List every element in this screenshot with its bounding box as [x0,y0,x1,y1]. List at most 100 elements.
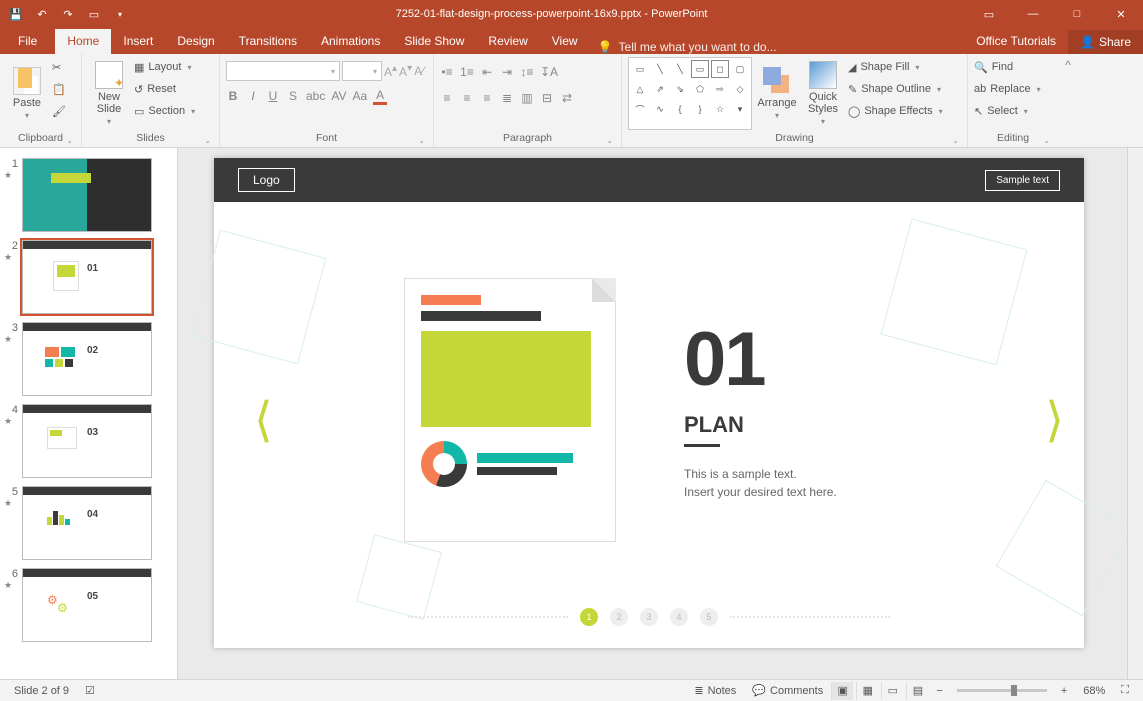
save-icon[interactable]: 💾 [8,6,24,22]
pager-dot-3[interactable]: 3 [640,608,658,626]
paste-button[interactable]: Paste ▾ [6,57,48,130]
pager-dot-5[interactable]: 5 [700,608,718,626]
start-from-beginning-icon[interactable]: ▭ [86,6,102,22]
reset-button[interactable]: ↺Reset [134,79,195,99]
align-center-icon[interactable]: ≡ [460,91,474,105]
notes-button[interactable]: ≣ Notes [686,684,744,697]
zoom-in-icon[interactable]: + [1053,685,1075,697]
indent-left-icon[interactable]: ⇤ [480,65,494,79]
font-size-combo[interactable]: ▾ [342,61,382,81]
align-left-icon[interactable]: ≡ [440,91,454,105]
next-arrow-icon[interactable]: ⟩ [1045,392,1064,448]
increase-font-icon[interactable]: A▴ [384,63,397,79]
close-icon[interactable]: ✕ [1099,0,1143,28]
thumbnail-3[interactable]: 02 [22,322,152,396]
arrange-button[interactable]: Arrange ▾ [756,57,798,130]
qat-more-icon[interactable]: ▾ [112,6,128,22]
zoom-level[interactable]: 68% [1075,685,1113,697]
tab-slideshow[interactable]: Slide Show [392,29,476,54]
shape-effects-button[interactable]: ◯Shape Effects [848,101,943,121]
thumbnail-2[interactable]: 01 [22,240,152,314]
normal-view-icon[interactable]: ▣ [831,682,853,700]
justify-icon[interactable]: ≣ [500,91,514,105]
strike-icon[interactable]: S [286,89,300,103]
quick-styles-button[interactable]: Quick Styles ▾ [802,57,844,130]
maximize-icon[interactable]: □ [1055,0,1099,28]
section-button[interactable]: ▭Section [134,101,195,121]
tab-review[interactable]: Review [476,29,539,54]
shape-outline-button[interactable]: ✎Shape Outline [848,79,943,99]
copy-button[interactable]: 📋 [52,79,66,99]
bold-icon[interactable]: B [226,89,240,103]
logo-placeholder[interactable]: Logo [238,168,295,192]
zoom-out-icon[interactable]: − [928,685,950,697]
line-spacing-icon[interactable]: ↕≡ [520,65,534,79]
font-family-combo[interactable]: ▾ [226,61,340,81]
pager-dot-1[interactable]: 1 [580,608,598,626]
tab-transitions[interactable]: Transitions [227,29,309,54]
format-painter-button[interactable]: 🖌 [52,101,66,121]
zoom-slider[interactable] [957,689,1047,692]
tell-me[interactable]: 💡 Tell me what you want to do... [598,40,777,54]
reading-view-icon[interactable]: ▭ [881,682,903,700]
shape-fill-button[interactable]: ◢Shape Fill [848,57,943,77]
cut-button[interactable]: ✂ [52,57,66,77]
pager-dot-2[interactable]: 2 [610,608,628,626]
text-direction-icon[interactable]: ↧A [540,65,558,79]
office-tutorials[interactable]: Office Tutorials [964,29,1068,54]
smartart-icon[interactable]: ⇄ [560,91,574,105]
shapes-gallery[interactable]: ▭╲╲▭◻▢ △⇗⇘⬠⇨◇ ⌒∿{}☆▾ [628,57,752,130]
document-graphic[interactable] [404,278,616,542]
tab-animations[interactable]: Animations [309,29,392,54]
tab-home[interactable]: Home [55,29,111,54]
slide-thumbnails[interactable]: 1★ 2★ 01 3★ 02 4★ 03 [0,148,178,679]
spellcheck-icon[interactable]: ☑ [77,684,103,697]
thumbnail-1[interactable] [22,158,152,232]
prev-arrow-icon[interactable]: ⟨ [254,392,273,448]
new-slide-button[interactable]: ✦ New Slide ▾ [88,57,130,130]
sorter-view-icon[interactable]: ▦ [856,682,878,700]
slide-editor[interactable]: Logo Sample text ⟨ ⟩ [178,148,1127,679]
shadow-icon[interactable]: abc [306,89,325,103]
align-text-icon[interactable]: ⊟ [540,91,554,105]
undo-icon[interactable]: ↶ [34,6,50,22]
find-button[interactable]: 🔍Find [974,57,1041,77]
slide-header: Logo Sample text [214,158,1084,202]
decrease-font-icon[interactable]: A▾ [399,63,412,79]
select-button[interactable]: ↖Select [974,101,1041,121]
tab-design[interactable]: Design [165,29,226,54]
slide-counter[interactable]: Slide 2 of 9 [6,685,77,697]
pager-dot-4[interactable]: 4 [670,608,688,626]
redo-icon[interactable]: ↷ [60,6,76,22]
sample-text-button[interactable]: Sample text [985,170,1060,191]
slide-text-block[interactable]: 01 PLAN This is a sample text. Insert yo… [684,322,837,501]
align-right-icon[interactable]: ≡ [480,91,494,105]
thumbnail-4[interactable]: 03 [22,404,152,478]
thumbnail-6[interactable]: ⚙ ⚙ 05 [22,568,152,642]
collapse-ribbon-icon[interactable]: ^ [1058,54,1078,147]
minimize-icon[interactable]: ― [1011,0,1055,28]
indent-right-icon[interactable]: ⇥ [500,65,514,79]
underline-icon[interactable]: U [266,89,280,103]
fit-window-icon[interactable]: ⛶ [1113,684,1137,697]
slideshow-view-icon[interactable]: ▤ [906,682,928,700]
numbering-icon[interactable]: 1≡ [460,65,474,79]
tab-file[interactable]: File [0,29,55,54]
ribbon-display-icon[interactable]: ▭ [967,0,1011,28]
spacing-icon[interactable]: AV [331,89,346,103]
font-color-icon[interactable]: A [373,88,387,105]
replace-button[interactable]: abReplace [974,79,1041,99]
clear-format-icon[interactable]: A⁄ [414,64,424,78]
case-icon[interactable]: Aa [352,89,367,103]
vertical-scrollbar[interactable] [1127,148,1143,679]
share-button[interactable]: 👤 Share [1068,30,1143,54]
comments-button[interactable]: 💬 Comments [744,684,831,697]
thumbnail-5[interactable]: 04 [22,486,152,560]
bullets-icon[interactable]: •≡ [440,65,454,79]
columns-icon[interactable]: ▥ [520,91,534,105]
tab-insert[interactable]: Insert [111,29,165,54]
layout-button[interactable]: ▦Layout [134,57,195,77]
tab-view[interactable]: View [540,29,590,54]
slide-canvas[interactable]: Logo Sample text ⟨ ⟩ [214,158,1084,648]
italic-icon[interactable]: I [246,89,260,103]
